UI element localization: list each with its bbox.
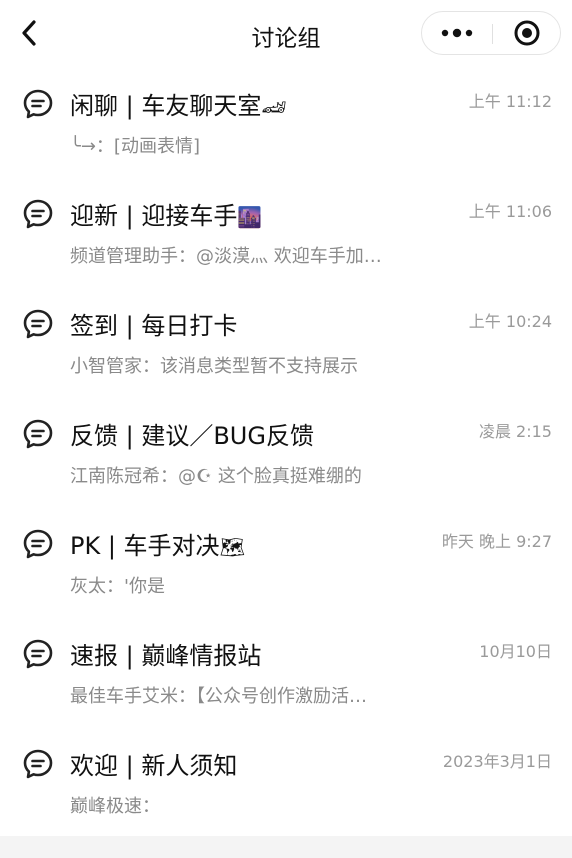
channel-preview: 江南陈冠希：@☪ 这个脸真挺难绷的 — [70, 466, 362, 487]
chat-bubble-icon — [23, 529, 53, 559]
header-bar: 讨论组 — [0, 0, 572, 66]
channel-time: 10月10日 — [479, 642, 552, 661]
race-car-emoji: 🏎 — [261, 95, 287, 119]
channel-time: 上午 10:24 — [468, 312, 552, 331]
channel-preview: 巅峰极速： — [70, 796, 160, 817]
channel-name: 闲聊 | 车友聊天室🏎 — [70, 92, 287, 120]
more-dots-icon — [441, 28, 473, 38]
channel-preview: 最佳车手艾米：【公众号创作激励活… — [70, 686, 367, 707]
channel-preview: 小智管家：该消息类型暂不支持展示 — [70, 356, 358, 377]
channel-time: 凌晨 2:15 — [478, 422, 552, 441]
channel-name: 反馈 | 建议／BUG反馈 — [70, 422, 314, 450]
channel-preview: 灰太：'你是 — [70, 576, 165, 597]
more-button[interactable] — [422, 12, 492, 54]
map-emoji: 🗺 — [219, 535, 245, 559]
channel-name: 迎新 | 迎接车手🌆 — [70, 202, 263, 230]
channel-time: 2023年3月1日 — [442, 752, 552, 771]
channel-item[interactable]: 签到 | 每日打卡 上午 10:24 小智管家：该消息类型暂不支持展示 — [0, 286, 572, 396]
channel-time: 上午 11:12 — [468, 92, 552, 111]
channel-time: 上午 11:06 — [468, 202, 552, 221]
channel-name: 签到 | 每日打卡 — [70, 312, 238, 340]
channel-name: PK | 车手对决🗺 — [70, 532, 245, 560]
channel-item[interactable]: 闲聊 | 车友聊天室🏎 上午 11:12 ╰→：[动画表情] — [0, 66, 572, 176]
channel-name: 欢迎 | 新人须知 — [70, 752, 238, 780]
close-button[interactable] — [493, 12, 561, 54]
channel-list: 闲聊 | 车友聊天室🏎 上午 11:12 ╰→：[动画表情] 迎新 | 迎接车手… — [0, 66, 572, 836]
chat-bubble-icon — [23, 419, 53, 449]
channel-time: 昨天 晚上 9:27 — [441, 532, 552, 551]
channel-preview: ╰→：[动画表情] — [70, 136, 200, 157]
bottom-band — [0, 836, 572, 858]
channel-item[interactable]: 欢迎 | 新人须知 2023年3月1日 巅峰极速： — [0, 726, 572, 836]
chat-bubble-icon — [23, 199, 53, 229]
channel-item[interactable]: 反馈 | 建议／BUG反馈 凌晨 2:15 江南陈冠希：@☪ 这个脸真挺难绷的 — [0, 396, 572, 506]
chat-bubble-icon — [23, 89, 53, 119]
channel-item[interactable]: 速报 | 巅峰情报站 10月10日 最佳车手艾米：【公众号创作激励活… — [0, 616, 572, 726]
channel-name: 速报 | 巅峰情报站 — [70, 642, 262, 670]
target-close-icon — [514, 20, 540, 46]
channel-preview: 频道管理助手：@淡漠灬 欢迎车手加… — [70, 246, 382, 267]
city-dusk-emoji: 🌆 — [237, 205, 263, 229]
chat-bubble-icon — [23, 749, 53, 779]
channel-item[interactable]: 迎新 | 迎接车手🌆 上午 11:06 频道管理助手：@淡漠灬 欢迎车手加… — [0, 176, 572, 286]
chat-bubble-icon — [23, 309, 53, 339]
mini-program-capsule — [421, 11, 561, 55]
chat-bubble-icon — [23, 639, 53, 669]
channel-item[interactable]: PK | 车手对决🗺 昨天 晚上 9:27 灰太：'你是 — [0, 506, 572, 616]
